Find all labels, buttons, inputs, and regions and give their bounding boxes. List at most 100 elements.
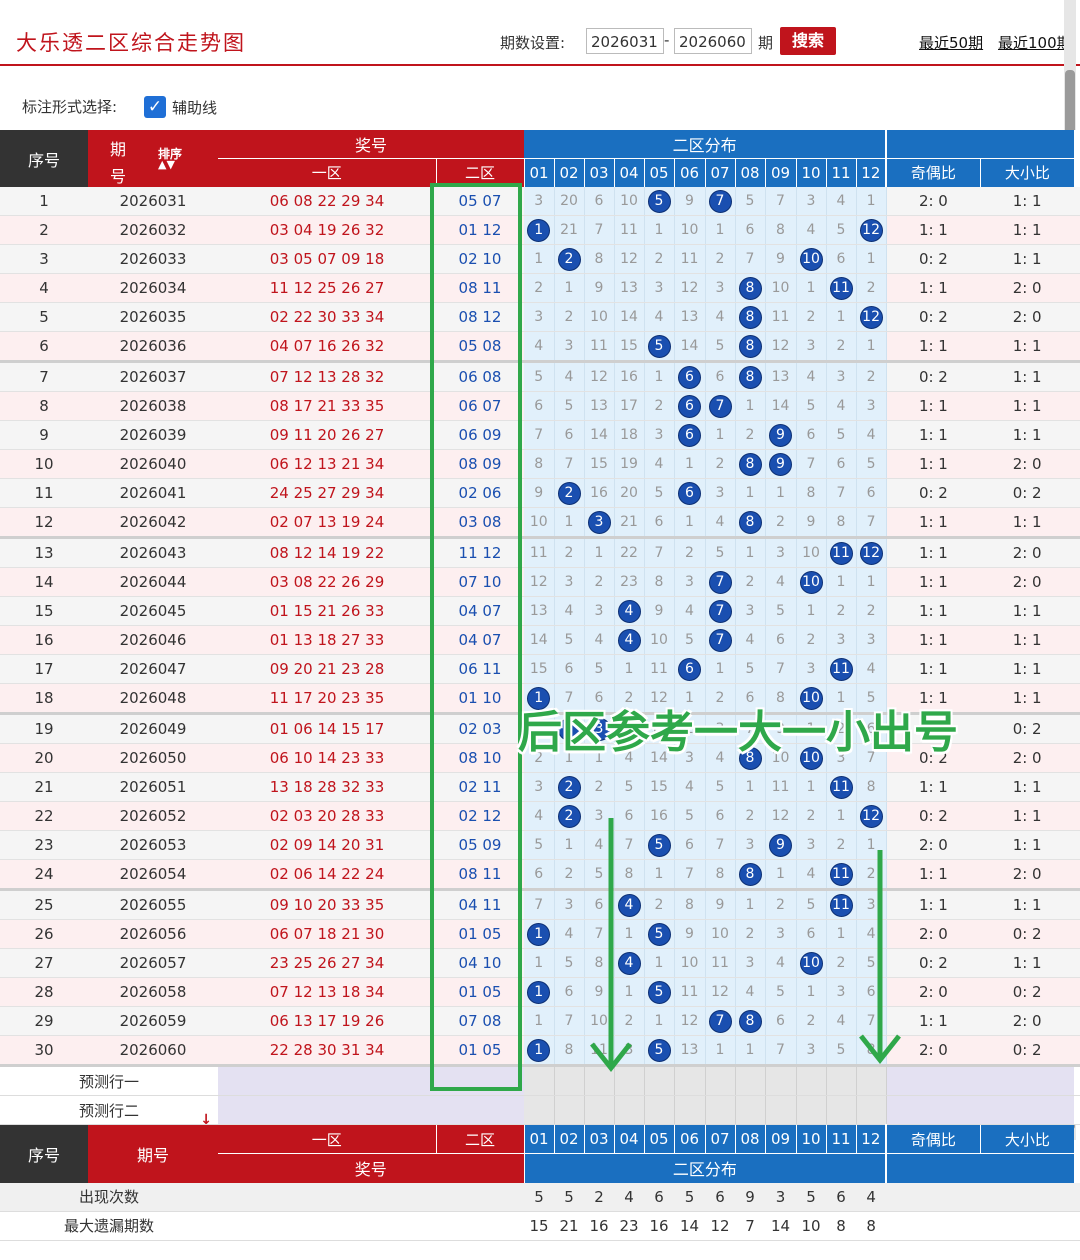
- row-seq: 2: [0, 215, 88, 245]
- hit-ball: 8: [738, 305, 762, 329]
- trend-cell: 3: [765, 537, 797, 568]
- row-big-small: 2: 0: [980, 1006, 1075, 1036]
- trend-cell: 7: [644, 537, 675, 568]
- trend-cell: 7: [765, 1035, 797, 1067]
- trend-cell: 11: [705, 948, 736, 978]
- row-end: [1074, 1182, 1080, 1212]
- trend-cell: 6: [674, 361, 706, 392]
- predict-cell[interactable]: [735, 1065, 766, 1096]
- predict-row: 预测行二 ↓: [0, 1095, 1080, 1125]
- row-big-small: 0: 2: [980, 478, 1075, 508]
- trend-cell: 10: [644, 625, 675, 655]
- start-period-input[interactable]: 2026031: [586, 28, 664, 54]
- trend-cell: 14: [614, 302, 645, 332]
- row-zone1-numbers: 04 07 16 26 32: [218, 331, 436, 363]
- predict-cell[interactable]: [644, 1065, 675, 1096]
- table-row: 12 2026042 02 07 13 19 24 03 08 10 1 3 21 6 1 4 8 2 9…: [0, 507, 1080, 539]
- trend-cell: 14: [765, 391, 797, 421]
- trend-cell: 7: [856, 507, 887, 539]
- trend-cell: 3: [765, 919, 797, 949]
- trend-cell: 1: [735, 889, 766, 920]
- trend-cell: 6: [674, 654, 706, 684]
- trend-cell: 1: [826, 801, 857, 831]
- predict-cell[interactable]: [644, 1095, 675, 1125]
- trend-cell: 2: [796, 801, 827, 831]
- predict-cell[interactable]: [796, 1065, 827, 1096]
- table-row: 14 2026044 03 08 22 26 29 07 10 12 3 2 23 8 3 7 2 4 1…: [0, 567, 1080, 597]
- predict-label[interactable]: 预测行二 ↓: [0, 1095, 218, 1125]
- trend-cell: 3: [735, 948, 766, 978]
- predict-cell[interactable]: [796, 1095, 827, 1125]
- row-seq: 3: [0, 244, 88, 274]
- footer-odd-even: 奇偶比: [885, 1124, 981, 1154]
- end-period-input[interactable]: 2026060: [674, 28, 752, 54]
- stats-value: 7: [735, 1211, 766, 1241]
- recent-50-link[interactable]: 最近50期: [919, 32, 983, 53]
- trend-cell: 7: [705, 830, 736, 860]
- predict-zone-cells[interactable]: [218, 1095, 525, 1125]
- footer-big-small: 大小比: [979, 1124, 1075, 1154]
- trend-cell: 15: [524, 654, 555, 684]
- row-seq: 9: [0, 420, 88, 450]
- trend-cell: 3: [796, 187, 827, 216]
- row-end: [1074, 625, 1080, 655]
- row-odd-even: 1: 1: [886, 507, 981, 539]
- trend-cell: 12: [856, 215, 887, 245]
- table-row: 7 2026037 07 12 13 28 32 06 08 5 4 12 16 1 6 6 8 13 4…: [0, 361, 1080, 392]
- hit-ball: 5: [647, 980, 671, 1004]
- predict-cell[interactable]: [674, 1095, 706, 1125]
- predict-cell[interactable]: [735, 1095, 766, 1125]
- predict-cell[interactable]: [705, 1065, 736, 1096]
- trend-cell: 3: [524, 302, 555, 332]
- predict-cell[interactable]: [524, 1065, 555, 1096]
- predict-cell[interactable]: [584, 1095, 615, 1125]
- trend-cell: 1: [524, 919, 555, 949]
- trend-cell: 2: [644, 244, 675, 274]
- trend-cell: 2: [765, 889, 797, 920]
- row-end: [1074, 478, 1080, 508]
- row-end: [1074, 948, 1080, 978]
- predict-cell[interactable]: [554, 1065, 585, 1096]
- predict-cell[interactable]: [524, 1095, 555, 1125]
- guide-line-checkbox[interactable]: ✓: [144, 96, 166, 118]
- trend-cell: 3: [856, 625, 887, 655]
- predict-cell[interactable]: [674, 1065, 706, 1096]
- trend-cell: 5: [674, 801, 706, 831]
- hit-ball: 6: [678, 423, 702, 447]
- row-period: 2026036: [88, 331, 218, 363]
- row-seq: 24: [0, 859, 88, 891]
- table-row: 6 2026036 04 07 16 26 32 05 08 4 3 11 15 5 14 5 8 12…: [0, 331, 1080, 363]
- predict-cell[interactable]: [826, 1095, 857, 1125]
- search-button[interactable]: 搜索: [780, 27, 836, 55]
- trend-cell: 13: [765, 361, 797, 392]
- predict-cell[interactable]: [765, 1095, 797, 1125]
- predict-cell[interactable]: [856, 1065, 887, 1096]
- row-odd-even: 1: 1: [886, 625, 981, 655]
- row-period: 2026041: [88, 478, 218, 508]
- predict-cell[interactable]: [614, 1095, 645, 1125]
- hit-ball: 10: [799, 247, 823, 271]
- trend-cell: 5: [735, 187, 766, 216]
- trend-cell: 5: [826, 1035, 857, 1067]
- trend-cell: 7: [735, 244, 766, 274]
- recent-100-link[interactable]: 最近100期: [998, 32, 1072, 53]
- table-row: 16 2026046 01 13 18 27 33 04 07 14 5 4 4 10 5 7 4 6 2…: [0, 625, 1080, 655]
- row-period: 2026038: [88, 391, 218, 421]
- predict-cell[interactable]: [765, 1065, 797, 1096]
- trend-cell: 6: [796, 420, 827, 450]
- sort-arrows-icon[interactable]: ▲▼: [158, 158, 175, 171]
- hit-ball: 6: [678, 481, 702, 505]
- trend-cell: 7: [554, 1006, 585, 1036]
- hit-ball: 1: [527, 218, 551, 242]
- header-period-char2: 号: [110, 167, 127, 186]
- trend-cell: 3: [554, 331, 585, 363]
- predict-cell[interactable]: [705, 1095, 736, 1125]
- header-big-small: 大小比: [979, 158, 1075, 187]
- header-period[interactable]: 期 号 排序 ▲▼: [88, 130, 218, 187]
- predict-cell[interactable]: [826, 1065, 857, 1096]
- trend-cell: 1: [705, 215, 736, 245]
- predict-cell[interactable]: [856, 1095, 887, 1125]
- predict-label[interactable]: 预测行一: [0, 1065, 218, 1096]
- trend-cell: 1: [644, 361, 675, 392]
- predict-cell[interactable]: [554, 1095, 585, 1125]
